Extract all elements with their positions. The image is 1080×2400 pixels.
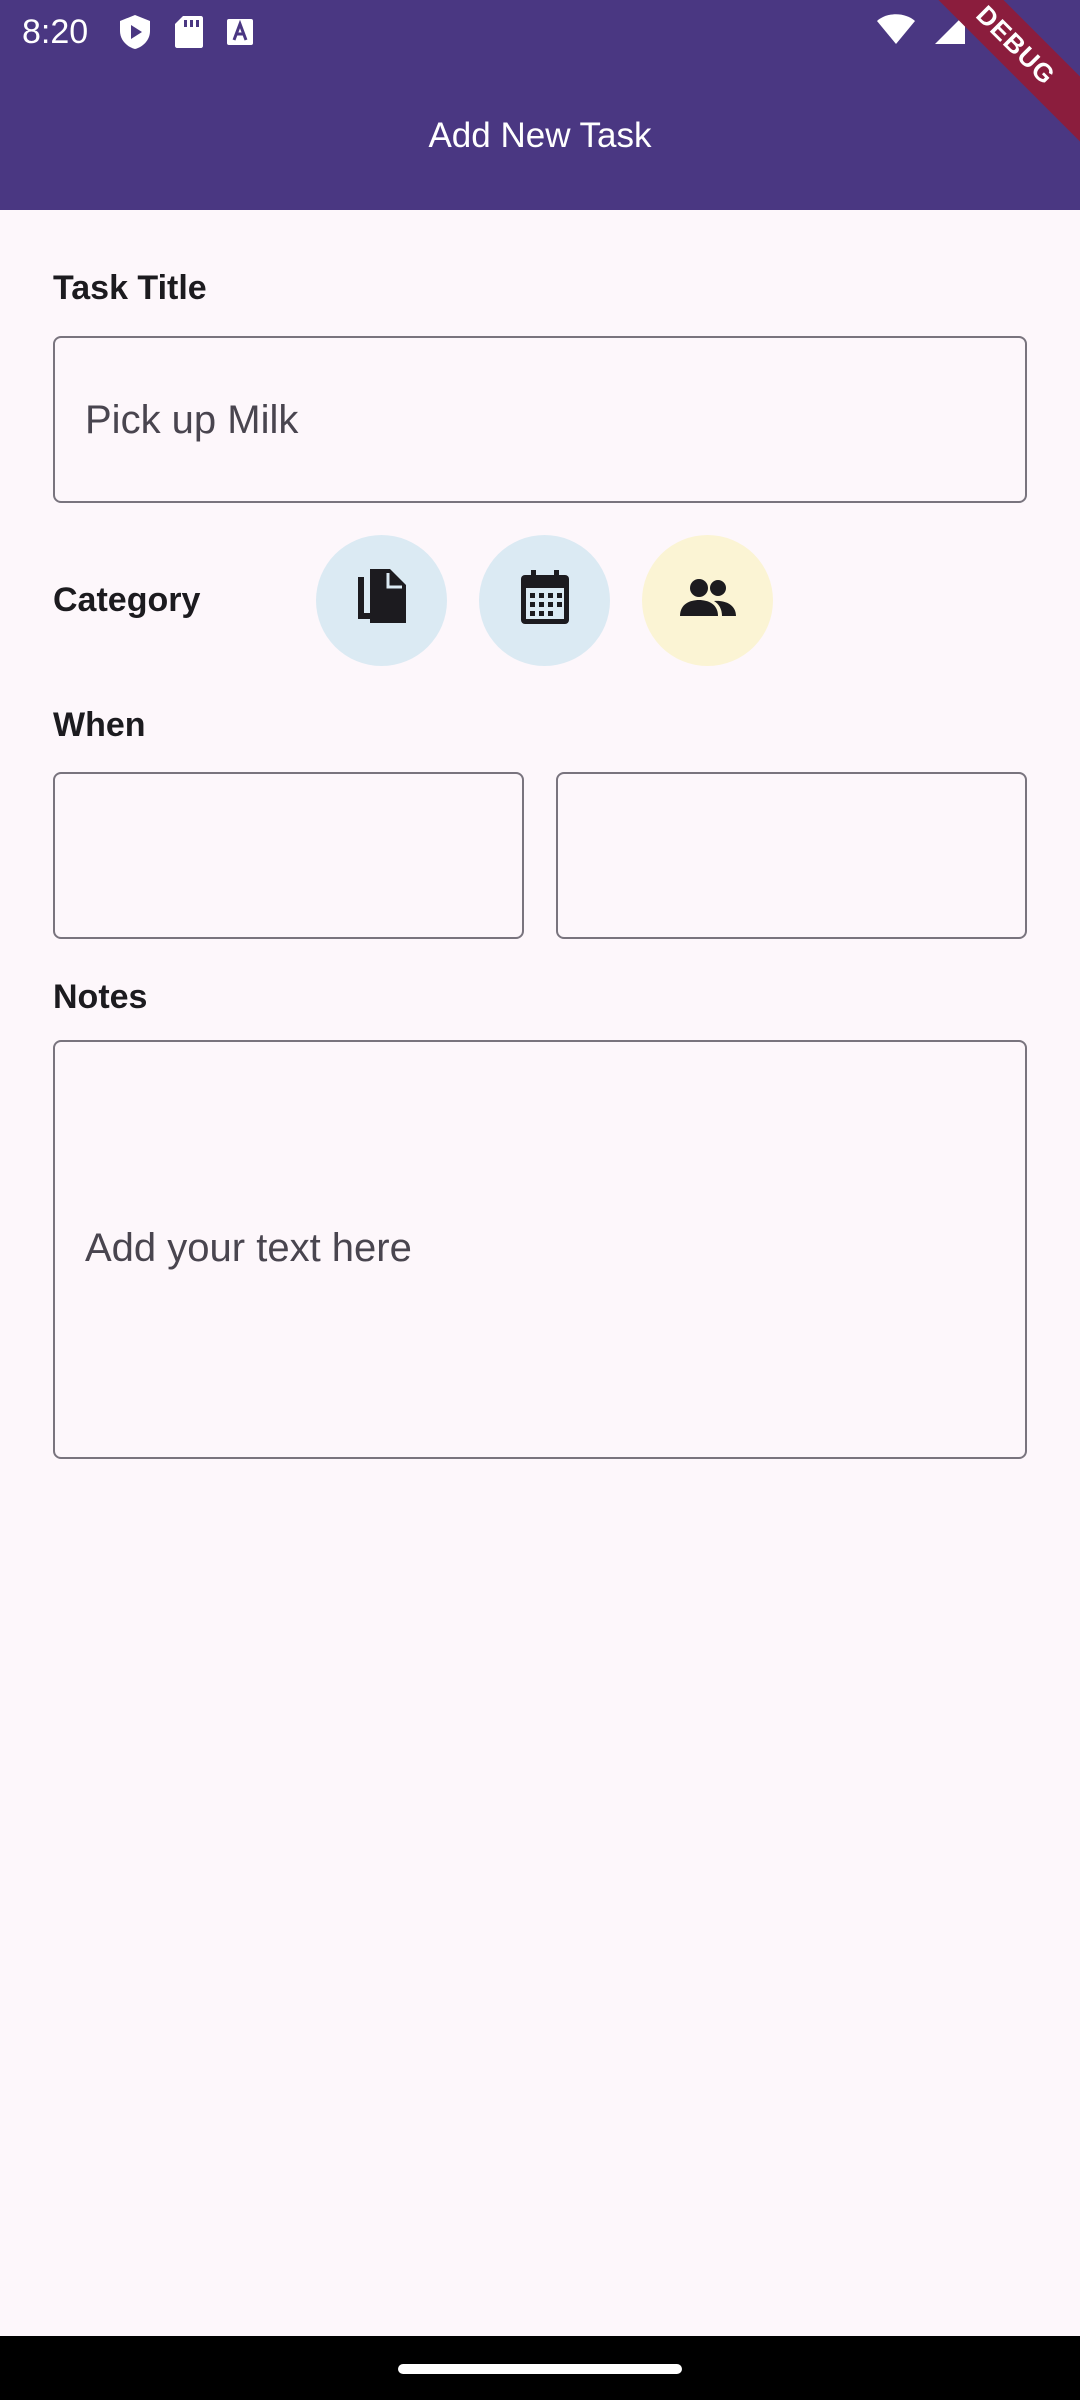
sd-card-icon <box>174 15 204 54</box>
category-copy-button[interactable] <box>316 535 447 666</box>
system-nav-bar <box>0 2336 1080 2400</box>
category-calendar-button[interactable] <box>479 535 610 666</box>
font-a-icon <box>226 18 254 51</box>
notes-label: Notes <box>53 978 148 1016</box>
when-label: When <box>53 706 146 744</box>
notes-textarea[interactable]: Add your text here <box>53 1040 1027 1459</box>
task-title-value: Pick up Milk <box>85 398 299 442</box>
people-icon <box>678 578 738 623</box>
copy-file-icon <box>354 567 410 634</box>
home-indicator[interactable] <box>398 2364 682 2374</box>
page-title: Add New Task <box>428 116 652 155</box>
category-label: Category <box>53 581 201 619</box>
wifi-icon <box>876 13 916 50</box>
task-title-input[interactable]: Pick up Milk <box>53 336 1027 503</box>
task-title-label: Task Title <box>53 269 207 307</box>
notes-placeholder: Add your text here <box>85 1226 412 1270</box>
shield-play-icon <box>118 14 152 55</box>
category-people-button[interactable] <box>642 535 773 666</box>
status-icons-left <box>118 14 254 55</box>
status-time: 8:20 <box>22 13 89 51</box>
date-field[interactable] <box>53 772 524 939</box>
calendar-icon <box>519 570 571 631</box>
app-bar: 8:20 Add New Task DEBUG <box>0 0 1080 210</box>
time-field[interactable] <box>556 772 1027 939</box>
